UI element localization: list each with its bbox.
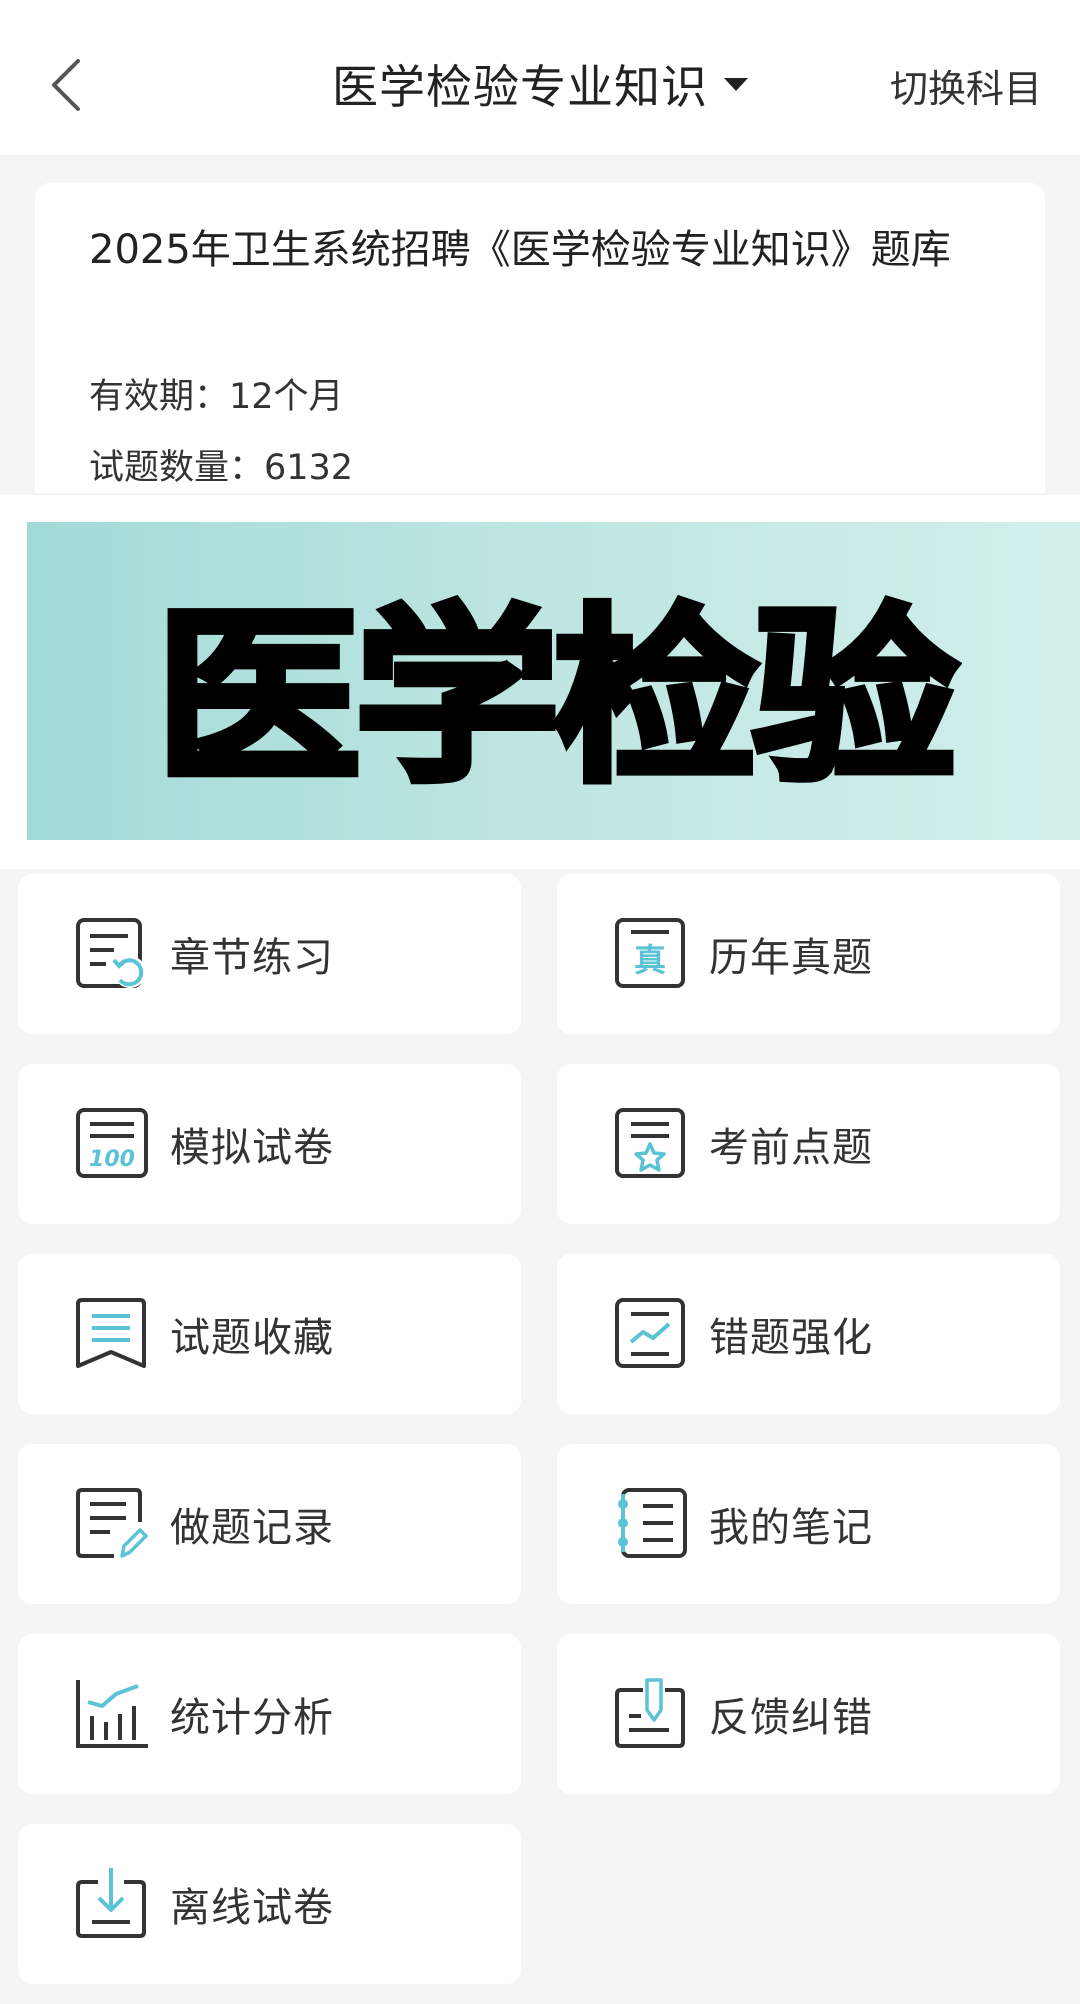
notes-icon <box>618 1488 687 1558</box>
tile-label: 试题收藏 <box>170 1315 334 1361</box>
subject-banner: 医学检验 <box>27 522 1080 840</box>
banner-text: 医学检验 <box>152 585 962 811</box>
chapter-practice-icon <box>76 918 146 988</box>
tile-past-exams[interactable]: 真 历年真题 <box>557 874 1060 1034</box>
tile-label: 错题强化 <box>709 1315 873 1361</box>
page-title: 医学检验专业知识 <box>332 60 708 114</box>
tile-pre-exam-tips[interactable]: 考前点题 <box>557 1064 1060 1224</box>
validity-text: 有效期：12个月 <box>89 377 344 417</box>
mock-paper-icon: 100 <box>76 1108 148 1178</box>
question-count-text: 试题数量：6132 <box>89 448 354 488</box>
tile-notes[interactable]: 我的笔记 <box>557 1444 1060 1604</box>
tile-practice-record[interactable]: 做题记录 <box>18 1444 521 1604</box>
tile-label: 离线试卷 <box>170 1885 334 1931</box>
tile-offline-download[interactable]: 离线试卷 <box>18 1824 521 1984</box>
question-bank-info-card: 2025年卫生系统招聘《医学检验专业知识》题库 有效期：12个月 试题数量：61… <box>35 183 1045 493</box>
tile-label: 章节练习 <box>170 935 334 981</box>
pre-exam-tips-icon <box>615 1108 685 1178</box>
caret-down-icon <box>724 77 748 91</box>
tile-mock-paper[interactable]: 100 模拟试卷 <box>18 1064 521 1224</box>
banner-area: 医学检验 <box>0 495 1080 869</box>
past-exams-icon: 真 <box>615 918 685 988</box>
favorites-icon <box>76 1298 146 1368</box>
tile-feedback[interactable]: 反馈纠错 <box>557 1634 1060 1794</box>
svg-text:100: 100 <box>89 1147 135 1172</box>
question-bank-title: 2025年卫生系统招聘《医学检验专业知识》题库 <box>89 227 951 273</box>
tile-label: 历年真题 <box>709 935 873 981</box>
tile-label: 考前点题 <box>709 1125 873 1171</box>
tile-label: 模拟试卷 <box>170 1125 334 1171</box>
tile-wrong-questions[interactable]: 错题强化 <box>557 1254 1060 1414</box>
tile-statistics[interactable]: 统计分析 <box>18 1634 521 1794</box>
tile-chapter-practice[interactable]: 章节练习 <box>18 874 521 1034</box>
svg-text:真: 真 <box>634 941 666 979</box>
top-bar: 医学检验专业知识 切换科目 <box>0 0 1080 155</box>
tile-label: 反馈纠错 <box>709 1695 873 1741</box>
tile-label: 做题记录 <box>170 1505 334 1551</box>
tile-label: 统计分析 <box>170 1695 334 1741</box>
wrong-questions-icon <box>615 1298 685 1368</box>
switch-subject-button[interactable]: 切换科目 <box>890 58 1042 113</box>
statistics-icon <box>76 1680 148 1748</box>
practice-record-icon <box>76 1488 148 1558</box>
feedback-icon <box>615 1678 685 1748</box>
tile-favorites[interactable]: 试题收藏 <box>18 1254 521 1414</box>
tile-label: 我的笔记 <box>709 1505 873 1551</box>
offline-download-icon <box>76 1868 146 1938</box>
